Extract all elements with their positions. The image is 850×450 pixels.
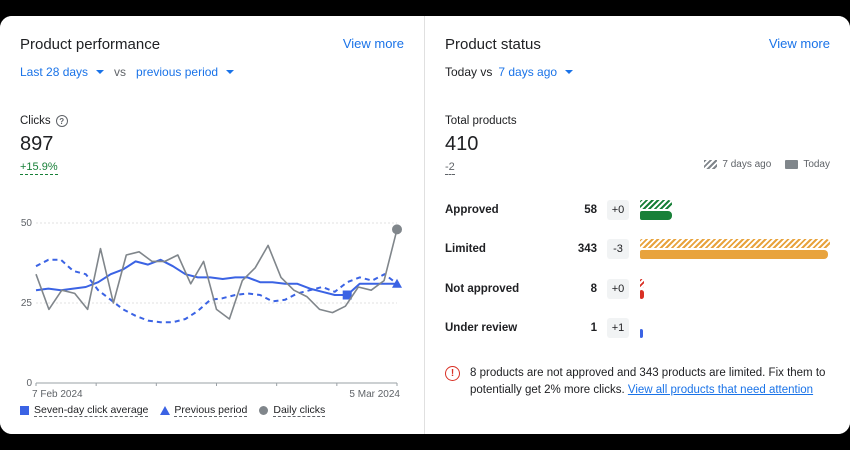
status-comparison-label: 7 days ago <box>498 65 558 79</box>
circle-marker-icon <box>259 406 269 415</box>
status-legend: 7 days ago Today <box>690 159 830 170</box>
status-row-count: 1 <box>590 322 597 334</box>
performance-view-more-link[interactable]: View more <box>343 36 404 51</box>
hatched-swatch-icon <box>704 160 718 169</box>
bar-seven-days-ago[interactable] <box>640 200 672 209</box>
view-products-attention-link[interactable]: View all products that need attention <box>628 384 813 396</box>
legend-daily-label: Daily clicks <box>273 404 326 417</box>
solid-swatch-icon <box>785 160 799 169</box>
chart-legend: Seven-day click average Previous period … <box>20 404 337 417</box>
total-products-change[interactable]: -2 <box>445 161 455 175</box>
legend-today: Today <box>785 159 830 170</box>
y-tick-label: 25 <box>21 298 33 309</box>
status-row-label: Under review <box>445 322 518 334</box>
series-line-daily-clicks <box>35 229 398 320</box>
legend-avg-label: Seven-day click average <box>34 404 149 417</box>
x-tick-label: 5 Mar 2024 <box>349 389 400 400</box>
status-row-count: 58 <box>584 204 597 216</box>
clicks-metric-label: Clicks ? <box>20 115 68 127</box>
legend-seven-days-ago: 7 days ago <box>704 159 771 170</box>
bar-today[interactable] <box>640 211 672 220</box>
date-range-dropdown[interactable]: Last 28 days <box>20 65 105 79</box>
product-performance-card: Product performance View more Last 28 da… <box>0 16 424 434</box>
y-tick-label: 0 <box>26 378 32 389</box>
status-row-bars <box>640 317 830 339</box>
vs-label: vs <box>114 65 127 79</box>
x-tick-label: 7 Feb 2024 <box>32 389 83 400</box>
status-row-delta: +0 <box>607 279 629 299</box>
alert-icon: ! <box>445 366 460 381</box>
clicks-label: Clicks <box>20 115 51 127</box>
status-row-label: Approved <box>445 204 499 216</box>
legend-daily-clicks[interactable]: Daily clicks <box>259 404 326 417</box>
status-row: Not approved 8 +0 <box>445 278 830 300</box>
notice-body: 8 products are not approved and 343 prod… <box>470 365 835 399</box>
help-icon[interactable]: ? <box>55 115 68 127</box>
status-title: Product status <box>445 36 541 53</box>
status-row-delta: +0 <box>607 200 629 220</box>
caret-down-icon <box>565 70 574 74</box>
y-tick-label: 50 <box>21 218 33 229</box>
square-marker-icon <box>20 406 29 415</box>
legend-seven-day-average[interactable]: Seven-day click average <box>20 404 149 417</box>
bar-seven-days-ago[interactable] <box>640 279 645 288</box>
bar-seven-days-ago[interactable] <box>640 239 830 248</box>
status-row-count: 343 <box>577 243 597 255</box>
status-row-count: 8 <box>590 283 597 295</box>
attention-notice: ! 8 products are not approved and 343 pr… <box>445 365 835 399</box>
triangle-marker-icon <box>160 406 171 415</box>
comparison-label: previous period <box>136 65 219 79</box>
status-row-bars <box>640 199 830 221</box>
status-row-label: Not approved <box>445 283 520 295</box>
today-vs-label: Today vs <box>445 65 493 79</box>
clicks-value: 897 <box>20 133 54 155</box>
caret-down-icon <box>226 70 235 74</box>
status-view-more-link[interactable]: View more <box>769 36 830 51</box>
clicks-change[interactable]: +15.9% <box>20 161 58 175</box>
legend-previous-period[interactable]: Previous period <box>160 404 248 417</box>
performance-title: Product performance <box>20 36 161 53</box>
status-row-bars <box>640 238 830 260</box>
comparison-dropdown[interactable]: previous period <box>136 65 235 79</box>
series-line-seven-day-click-average <box>35 258 397 296</box>
status-row: Under review 1 +1 <box>445 317 830 339</box>
caret-down-icon <box>96 70 105 74</box>
legend-today-text: Today <box>803 159 830 170</box>
bar-today[interactable] <box>640 250 828 259</box>
total-products-value: 410 <box>445 133 479 155</box>
date-range-label: Last 28 days <box>20 65 89 79</box>
status-row-delta: +1 <box>607 318 629 338</box>
bar-today[interactable] <box>640 329 643 338</box>
legend-prev-text: 7 days ago <box>722 159 772 170</box>
total-products-label: Total products <box>445 115 517 127</box>
status-comparison-dropdown[interactable]: 7 days ago <box>498 65 574 79</box>
status-row: Approved 58 +0 <box>445 199 830 221</box>
bar-today[interactable] <box>640 290 645 299</box>
dashboard-frame: Product performance View more Last 28 da… <box>0 16 850 434</box>
status-filter-row: Today vs 7 days ago <box>445 65 574 79</box>
status-row-delta: -3 <box>607 239 629 259</box>
product-status-card: Product status View more Today vs 7 days… <box>425 16 850 434</box>
clicks-line-chart: 0 25 50 7 Feb 2024 5 Mar 2024 <box>21 218 402 400</box>
status-row-label: Limited <box>445 243 486 255</box>
status-row: Limited 343 -3 <box>445 238 830 260</box>
legend-prev-label: Previous period <box>174 404 248 417</box>
status-row-bars <box>640 278 830 300</box>
performance-filter-row: Last 28 days vs previous period <box>20 65 235 79</box>
daily-clicks-end-marker <box>392 224 402 235</box>
